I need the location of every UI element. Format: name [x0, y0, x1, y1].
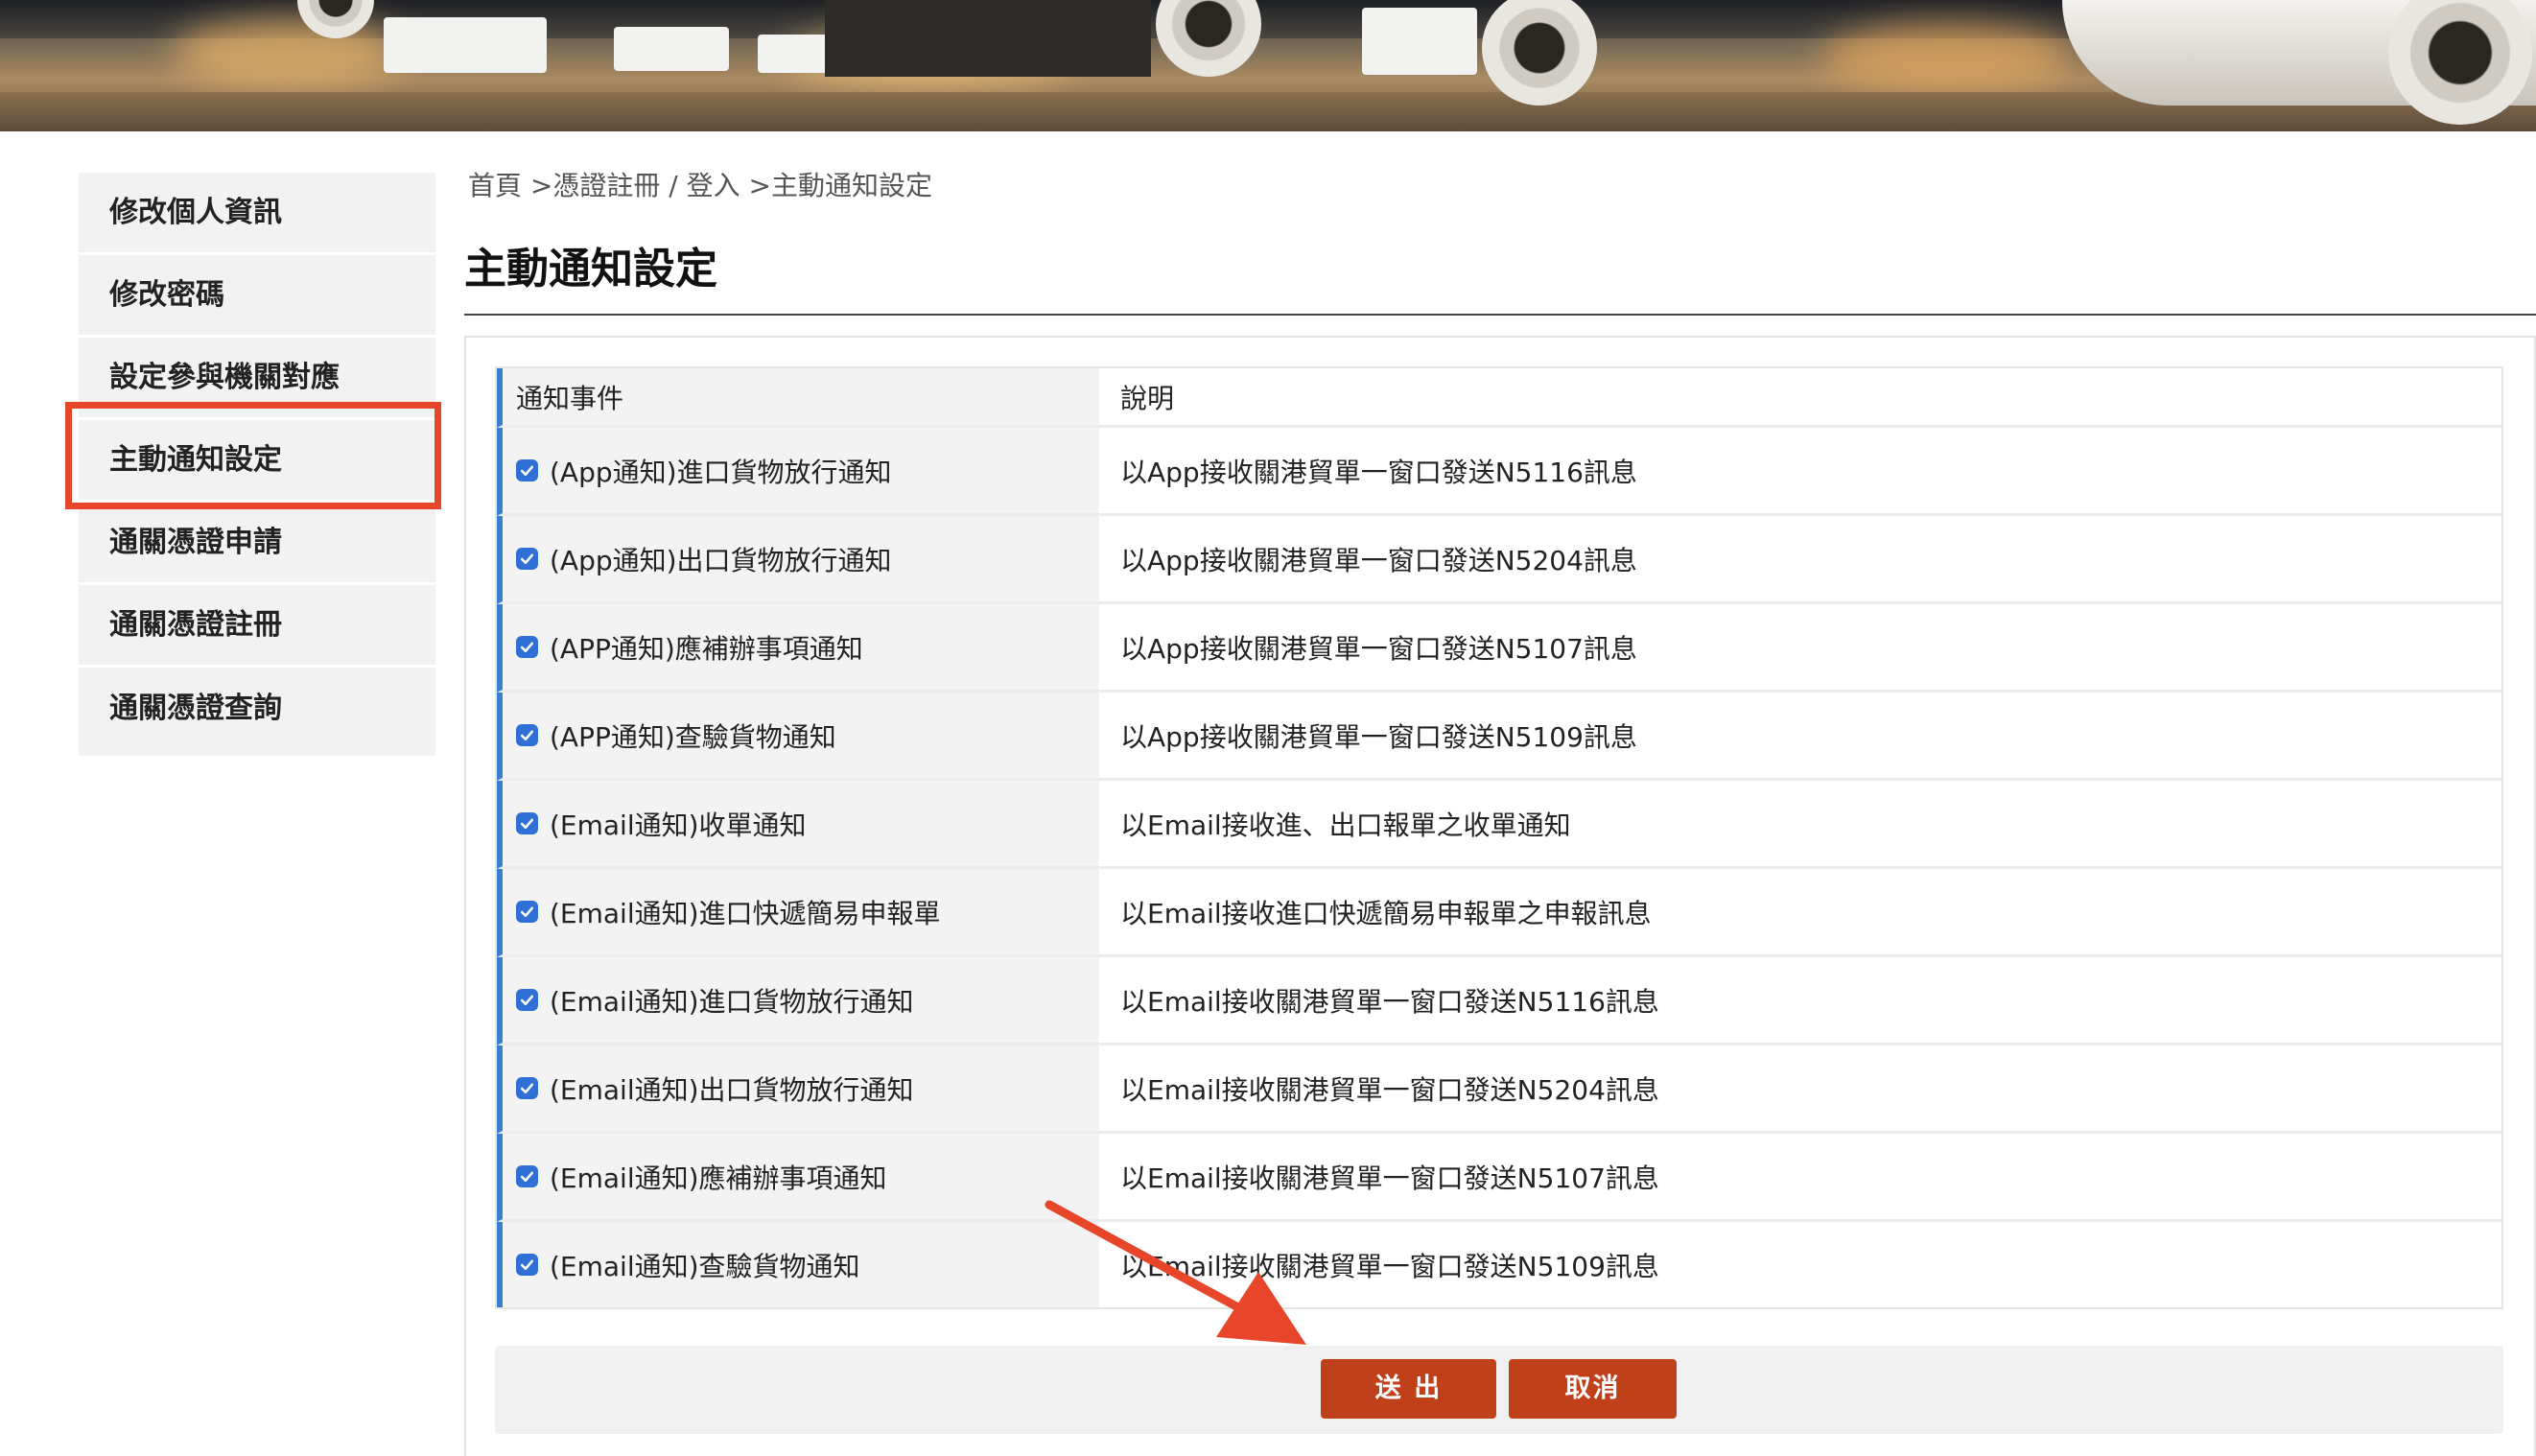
event-label: (Email通知)查驗貨物通知: [550, 1250, 860, 1282]
breadcrumb-login-link[interactable]: 登入: [687, 170, 740, 201]
cancel-button[interactable]: 取消: [1509, 1359, 1677, 1419]
event-label: (App通知)進口貨物放行通知: [550, 456, 892, 488]
notification-checkbox[interactable]: [516, 1165, 538, 1187]
checkmark-icon: [520, 906, 534, 918]
table-row: (App通知)進口貨物放行通知 以App接收關港貿單一窗口發送N5116訊息: [497, 428, 2501, 516]
event-label: (Email通知)進口貨物放行通知: [550, 985, 914, 1018]
event-cell: (Email通知)進口快遞簡易申報單: [503, 869, 1099, 954]
checkmark-icon: [520, 730, 534, 741]
description-cell: 以App接收關港貿單一窗口發送N5107訊息: [1099, 604, 2501, 690]
sidebar-item-cert-query[interactable]: 通關憑證查詢: [79, 668, 435, 756]
page-title: 主動通知設定: [464, 245, 717, 294]
description-cell: 以Email接收進、出口報單之收單通知: [1099, 781, 2501, 866]
description-cell: 以Email接收關港貿單一窗口發送N5109訊息: [1099, 1222, 2501, 1307]
header-banner-image: [0, 0, 2536, 131]
description-cell: 以Email接收關港貿單一窗口發送N5116訊息: [1099, 957, 2501, 1043]
event-label: (Email通知)出口貨物放行通知: [550, 1073, 914, 1106]
sidebar-item-cert-application[interactable]: 通關憑證申請: [79, 503, 435, 585]
sidebar-item-change-password[interactable]: 修改密碼: [79, 255, 435, 338]
event-label: (APP通知)查驗貨物通知: [550, 720, 836, 753]
breadcrumb-separator: >: [740, 170, 772, 201]
description-cell: 以App接收關港貿單一窗口發送N5109訊息: [1099, 693, 2501, 778]
table-row: (APP通知)查驗貨物通知 以App接收關港貿單一窗口發送N5109訊息: [497, 693, 2501, 781]
checkmark-icon: [520, 1259, 534, 1271]
sidebar-item-agency-mapping[interactable]: 設定參與機關對應: [79, 338, 435, 420]
header-event: 通知事件: [503, 368, 1099, 425]
table-row: (APP通知)應補辦事項通知 以App接收關港貿單一窗口發送N5107訊息: [497, 604, 2501, 693]
checkmark-icon: [520, 995, 534, 1006]
notification-checkbox[interactable]: [516, 724, 538, 746]
event-label: (Email通知)收單通知: [550, 809, 807, 841]
table-row: (App通知)出口貨物放行通知 以App接收關港貿單一窗口發送N5204訊息: [497, 516, 2501, 604]
event-label: (App通知)出口貨物放行通知: [550, 544, 892, 576]
table-row: (Email通知)收單通知 以Email接收進、出口報單之收單通知: [497, 781, 2501, 869]
action-bar: 送 出 取消: [495, 1346, 2503, 1434]
sidebar-item-cert-registration[interactable]: 通關憑證註冊: [79, 585, 435, 668]
notification-checkbox[interactable]: [516, 989, 538, 1011]
event-label: (Email通知)應補辦事項通知: [550, 1162, 887, 1194]
sidebar-item-notification-settings[interactable]: 主動通知設定: [79, 420, 435, 503]
event-cell: (Email通知)查驗貨物通知: [503, 1222, 1099, 1307]
title-divider: [464, 314, 2536, 316]
event-label: (Email通知)進口快遞簡易申報單: [550, 897, 941, 929]
event-cell: (App通知)進口貨物放行通知: [503, 428, 1099, 513]
submit-button[interactable]: 送 出: [1321, 1359, 1496, 1419]
breadcrumb-separator: /: [660, 170, 687, 201]
notification-table: 通知事件 說明 (App通知)進口貨物放行通知以App接收關港貿單一窗口發送N5…: [495, 366, 2503, 1309]
checkmark-icon: [520, 642, 534, 653]
sidebar-menu: 修改個人資訊 修改密碼 設定參與機關對應 主動通知設定 通關憑證申請 通關憑證註…: [79, 173, 435, 756]
table-row: (Email通知)查驗貨物通知 以Email接收關港貿單一窗口發送N5109訊息: [497, 1222, 2501, 1307]
breadcrumb-home-link[interactable]: 首頁: [468, 170, 522, 201]
header-description: 說明: [1099, 368, 2501, 425]
event-cell: (Email通知)進口貨物放行通知: [503, 957, 1099, 1043]
table-header-row: 通知事件 說明: [497, 368, 2501, 428]
checkmark-icon: [520, 553, 534, 565]
checkmark-icon: [520, 1083, 534, 1094]
sidebar-item-edit-profile[interactable]: 修改個人資訊: [79, 173, 435, 255]
notification-checkbox[interactable]: [516, 812, 538, 834]
description-cell: 以Email接收關港貿單一窗口發送N5204訊息: [1099, 1045, 2501, 1131]
event-cell: (APP通知)查驗貨物通知: [503, 693, 1099, 778]
breadcrumb: 首頁 >憑證註冊 / 登入 >主動通知設定: [468, 165, 932, 203]
checkmark-icon: [520, 1171, 534, 1183]
notification-checkbox[interactable]: [516, 548, 538, 570]
breadcrumb-separator: >: [522, 170, 553, 201]
breadcrumb-current: 主動通知設定: [771, 170, 933, 201]
notification-checkbox[interactable]: [516, 1077, 538, 1099]
notification-checkbox[interactable]: [516, 1254, 538, 1276]
event-cell: (App通知)出口貨物放行通知: [503, 516, 1099, 601]
description-cell: 以App接收關港貿單一窗口發送N5204訊息: [1099, 516, 2501, 601]
event-label: (APP通知)應補辦事項通知: [550, 632, 863, 665]
description-cell: 以Email接收進口快遞簡易申報單之申報訊息: [1099, 869, 2501, 954]
event-cell: (Email通知)應補辦事項通知: [503, 1134, 1099, 1219]
event-cell: (Email通知)收單通知: [503, 781, 1099, 866]
description-cell: 以App接收關港貿單一窗口發送N5116訊息: [1099, 428, 2501, 513]
checkmark-icon: [520, 465, 534, 477]
table-row: (Email通知)進口快遞簡易申報單 以Email接收進口快遞簡易申報單之申報訊息: [497, 869, 2501, 957]
description-cell: 以Email接收關港貿單一窗口發送N5107訊息: [1099, 1134, 2501, 1219]
notification-checkbox[interactable]: [516, 459, 538, 481]
checkmark-icon: [520, 818, 534, 830]
table-row: (Email通知)應補辦事項通知 以Email接收關港貿單一窗口發送N5107訊息: [497, 1134, 2501, 1222]
event-cell: (Email通知)出口貨物放行通知: [503, 1045, 1099, 1131]
notification-checkbox[interactable]: [516, 636, 538, 658]
table-row: (Email通知)進口貨物放行通知 以Email接收關港貿單一窗口發送N5116訊…: [497, 957, 2501, 1045]
breadcrumb-cert-register-link[interactable]: 憑證註冊: [552, 170, 660, 201]
event-cell: (APP通知)應補辦事項通知: [503, 604, 1099, 690]
table-row: (Email通知)出口貨物放行通知 以Email接收關港貿單一窗口發送N5204訊…: [497, 1045, 2501, 1134]
notification-checkbox[interactable]: [516, 901, 538, 923]
